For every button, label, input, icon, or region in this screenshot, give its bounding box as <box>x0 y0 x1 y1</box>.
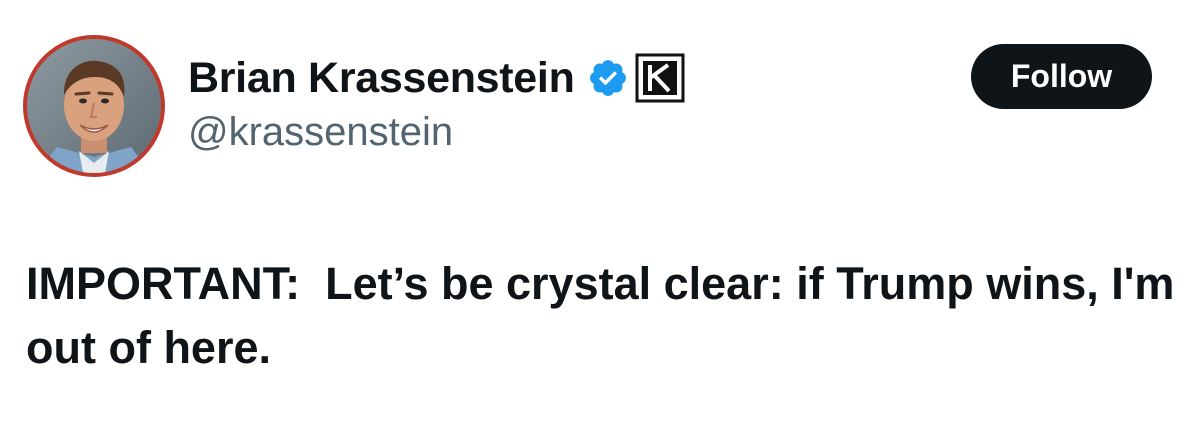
verified-badge-icon[interactable] <box>587 57 629 99</box>
tweet-text: IMPORTANT: Let’s be crystal clear: if Tr… <box>26 258 1187 373</box>
profile-photo-icon <box>27 39 161 173</box>
tweet-card: Brian Krassenstein @krassenstein Follow … <box>0 0 1200 448</box>
author-handle[interactable]: @krassenstein <box>188 110 453 155</box>
k-affiliate-badge-icon[interactable] <box>635 53 685 103</box>
follow-button[interactable]: Follow <box>971 44 1152 109</box>
author-name-row: Brian Krassenstein <box>188 50 685 106</box>
author-display-name[interactable]: Brian Krassenstein <box>188 54 575 103</box>
author-avatar[interactable] <box>23 35 165 177</box>
